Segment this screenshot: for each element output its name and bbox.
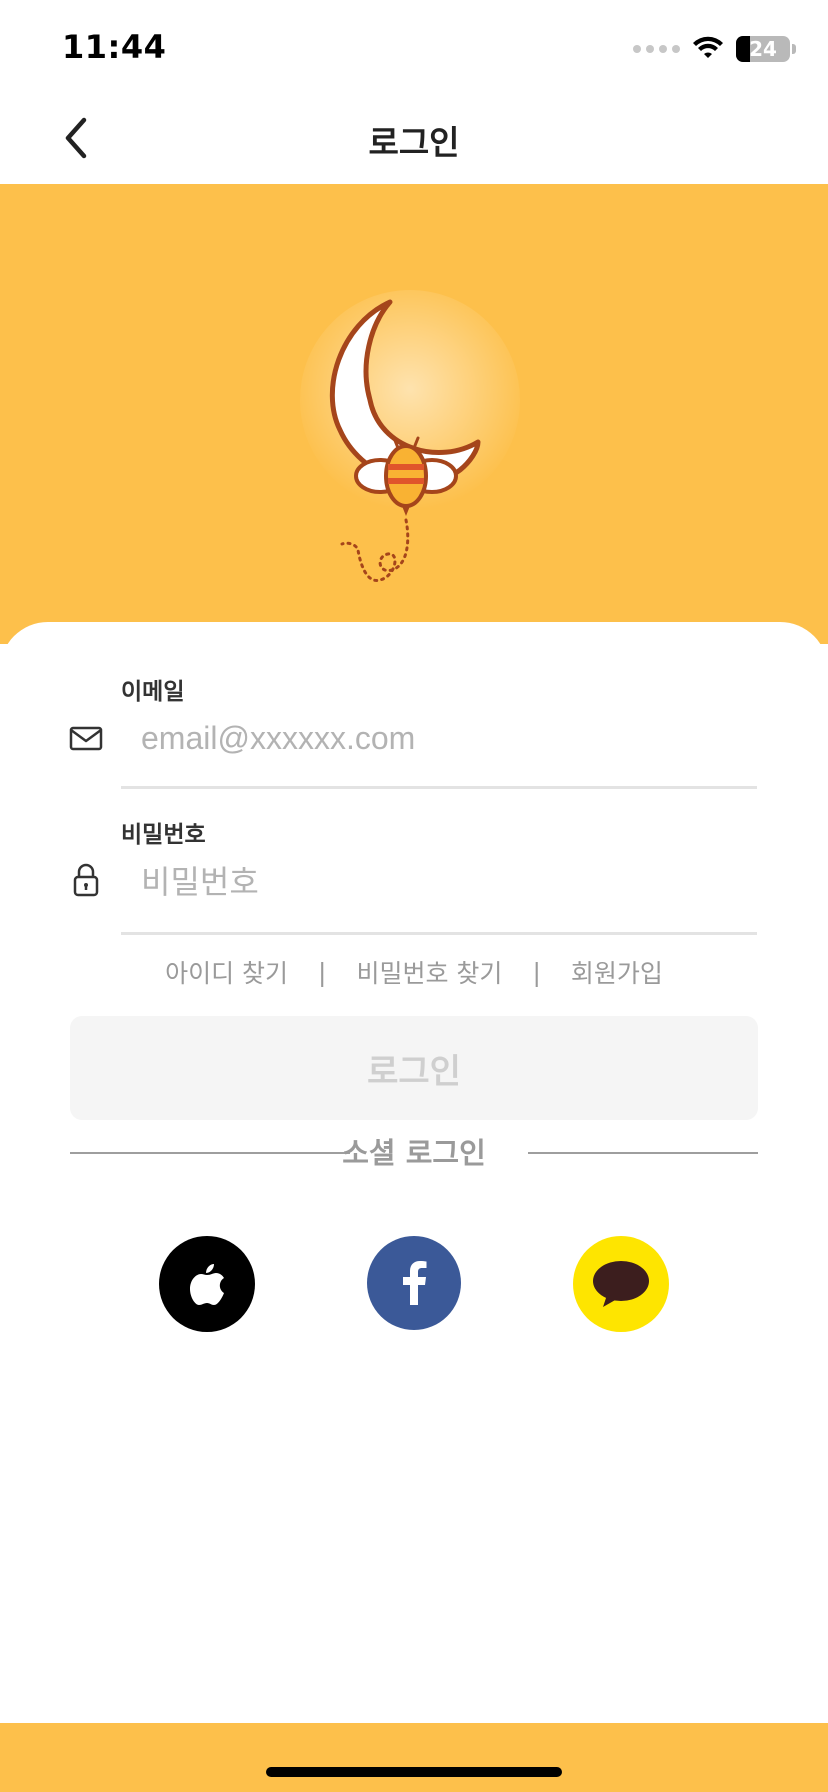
email-label: 이메일 <box>121 679 185 705</box>
social-login-title: 소셜 로그인 <box>342 1136 486 1170</box>
status-bar: 11:44 24 <box>0 0 828 92</box>
signup-link[interactable]: 회원가입 <box>571 954 663 990</box>
page-title: 로그인 <box>368 123 460 162</box>
email-underline <box>121 786 757 789</box>
login-button[interactable]: 로그인 <box>70 1016 758 1120</box>
apple-login-button[interactable] <box>159 1236 255 1332</box>
bottom-bar <box>0 1723 828 1792</box>
login-card: 이메일 비밀번호 아이디 찾기 | 비밀번호 찾기 | 회원가입 로그인 소셜 … <box>0 622 828 1722</box>
battery-indicator: 24 <box>736 36 796 62</box>
status-indicators: 24 <box>633 34 796 64</box>
find-password-link[interactable]: 비밀번호 찾기 <box>356 954 502 990</box>
kakao-login-button[interactable] <box>573 1236 669 1332</box>
facebook-login-button[interactable] <box>367 1236 461 1330</box>
social-login-divider: 소셜 로그인 <box>70 1130 758 1174</box>
moon-bee-logo <box>300 290 520 582</box>
home-indicator <box>266 1767 562 1777</box>
mail-icon <box>69 726 103 751</box>
password-input[interactable] <box>121 847 757 917</box>
lock-icon <box>73 863 99 897</box>
apple-icon <box>190 1264 224 1305</box>
wifi-icon <box>693 36 723 58</box>
cellular-signal-icon <box>633 45 680 53</box>
battery-level: 24 <box>749 37 777 61</box>
password-underline <box>121 932 757 935</box>
link-separator: | <box>318 957 327 987</box>
divider-line-right <box>528 1152 758 1154</box>
facebook-icon <box>403 1261 427 1305</box>
link-separator: | <box>532 957 541 987</box>
status-time: 11:44 <box>62 28 167 66</box>
password-label: 비밀번호 <box>121 822 206 848</box>
account-links: 아이디 찾기 | 비밀번호 찾기 | 회원가입 <box>0 954 828 990</box>
find-id-link[interactable]: 아이디 찾기 <box>165 954 288 990</box>
email-input[interactable] <box>121 703 757 773</box>
nav-header: 로그인 <box>0 92 828 184</box>
kakao-chat-icon <box>593 1261 649 1307</box>
hero-banner <box>0 184 828 644</box>
